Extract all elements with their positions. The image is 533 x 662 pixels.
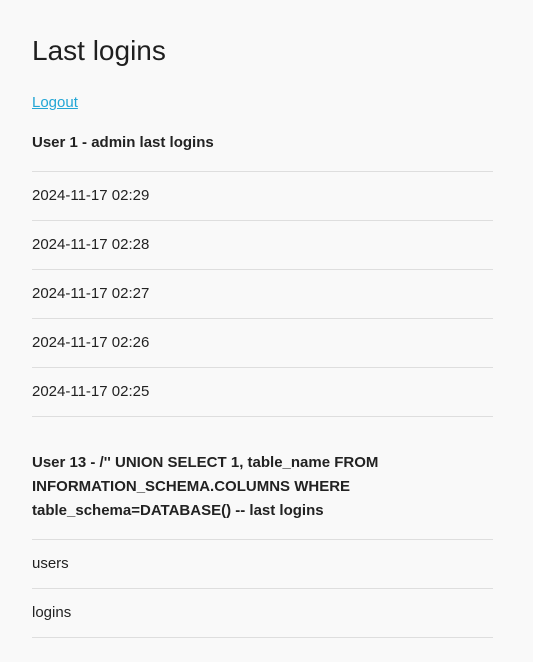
list-item: users [32, 540, 493, 589]
section-title: User 1 - admin last logins [32, 134, 214, 151]
list-item: 2024-11-17 02:27 [32, 270, 493, 319]
section-title: User 13 - /'' UNION SELECT 1, table_name… [32, 454, 379, 519]
login-list: 2024-11-17 02:29 2024-11-17 02:28 2024-1… [32, 171, 493, 417]
user-13-section: User 13 - /'' UNION SELECT 1, table_name… [32, 451, 493, 638]
list-item: 2024-11-17 02:25 [32, 368, 493, 417]
list-item: 2024-11-17 02:26 [32, 319, 493, 368]
page: Last logins Logout User 1 - admin last l… [0, 0, 533, 638]
list-item: logins [32, 589, 493, 638]
user-1-section: User 1 - admin last logins 2024-11-17 02… [32, 131, 493, 417]
list-item: 2024-11-17 02:28 [32, 221, 493, 270]
list-item: 2024-11-17 02:29 [32, 172, 493, 221]
page-title: Last logins [32, 35, 166, 66]
logout-link[interactable]: Logout [32, 95, 78, 111]
login-list: users logins [32, 539, 493, 638]
